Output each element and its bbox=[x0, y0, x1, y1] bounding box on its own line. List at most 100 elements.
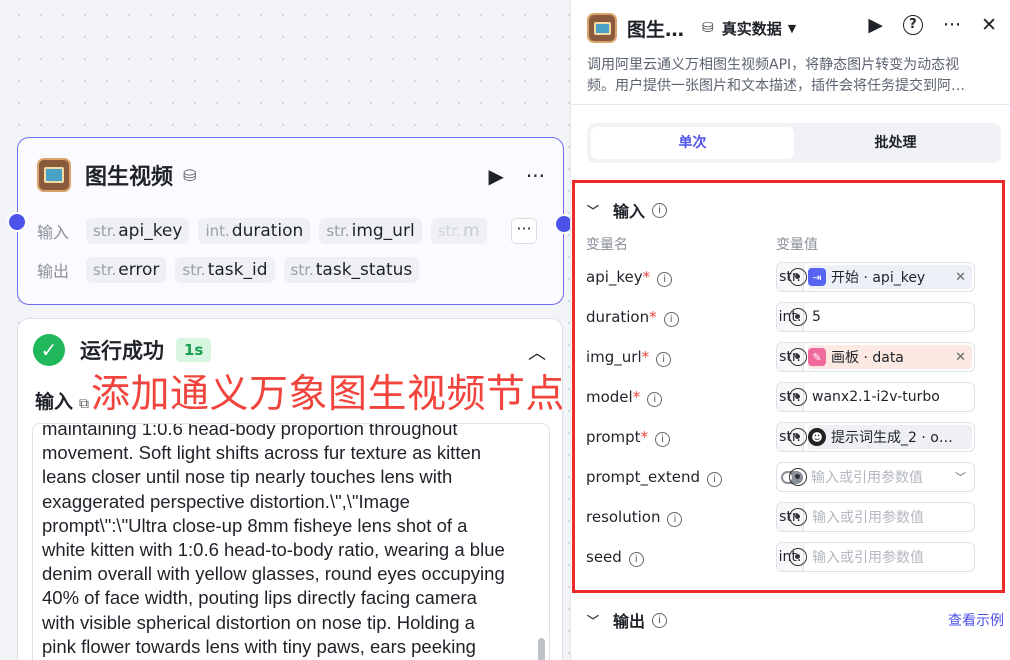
close-icon[interactable]: ✕ bbox=[981, 14, 997, 36]
node-input-port[interactable] bbox=[7, 212, 27, 232]
output-chip: str. task_status bbox=[283, 257, 420, 283]
data-mode-select[interactable]: 真实数据 bbox=[722, 18, 782, 39]
panel-description: 调用阿里云通义万相图生视频API，将静态图片转变为动态视 频。用户提供一张图片和… bbox=[587, 57, 965, 94]
llm-node-icon: ☻ bbox=[808, 428, 826, 446]
param-name: api_key* i bbox=[586, 268, 673, 287]
info-icon: i bbox=[657, 272, 673, 287]
plugin-type-icon: ⛁ bbox=[702, 20, 714, 36]
more-options-icon[interactable]: ··· bbox=[943, 14, 961, 36]
run-result-panel: ✓ 运行成功 1s ︿ 输入 ⧉ maintaining 1:0.6 head-b… bbox=[17, 318, 563, 660]
param-row-resolution: resolution i str. 输入或引用参数值 bbox=[586, 502, 1006, 532]
run-node-icon[interactable]: ▶ bbox=[489, 164, 504, 188]
input-chip: str. api_key bbox=[86, 218, 190, 244]
info-icon: i bbox=[655, 432, 671, 447]
input-chip: str. m bbox=[430, 218, 487, 244]
outputs-label: 输出 bbox=[37, 262, 70, 281]
run-mode-tabs: 单次 批处理 bbox=[587, 123, 1001, 163]
input-chip: int. duration bbox=[198, 218, 311, 244]
run-input-heading: 输入 ⧉ bbox=[35, 391, 90, 413]
param-placeholder: 输入或引用参数值 bbox=[812, 550, 924, 566]
scrollbar[interactable] bbox=[538, 638, 545, 660]
info-icon: i bbox=[652, 202, 668, 218]
caret-down-icon[interactable]: ▼ bbox=[788, 22, 796, 35]
plugin-app-icon bbox=[587, 13, 617, 43]
reference-target-icon[interactable] bbox=[789, 308, 807, 326]
info-icon: i bbox=[647, 392, 663, 407]
info-icon: i bbox=[628, 552, 644, 567]
info-icon: i bbox=[663, 312, 679, 327]
reference-target-icon[interactable] bbox=[789, 348, 807, 366]
workflow-node-image-to-video[interactable]: 图生视频 ⛁ ▶ ··· 输入 str. api_key int. duration… bbox=[7, 137, 574, 305]
param-row-img-url: img_url* i str. ✎ 画板 · data ✕ bbox=[586, 342, 1006, 372]
run-status-header: ✓ 运行成功 1s bbox=[33, 334, 212, 366]
param-row-seed: seed i int. 输入或引用参数值 bbox=[586, 542, 1006, 572]
variable-reference-tag: ✎ 画板 · data ✕ bbox=[808, 345, 972, 369]
info-icon: i bbox=[656, 352, 672, 367]
view-example-link[interactable]: 查看示例 bbox=[948, 610, 1004, 630]
chevron-up-icon[interactable]: ︿ bbox=[528, 339, 546, 365]
tab-batch[interactable]: 批处理 bbox=[794, 127, 997, 159]
more-inputs-button[interactable]: ··· bbox=[511, 218, 537, 244]
run-duration-badge: 1s bbox=[176, 338, 212, 362]
plugin-type-icon: ⛁ bbox=[183, 165, 197, 185]
param-name: seed i bbox=[586, 548, 644, 567]
reference-target-icon[interactable] bbox=[789, 268, 807, 286]
help-icon[interactable]: ? bbox=[902, 15, 923, 35]
node-outputs-row: 输出 str. error str. task_id str. task_status bbox=[37, 257, 420, 283]
node-inputs-row: 输入 str. api_key int. duration str. img_url … bbox=[37, 218, 487, 244]
panel-title: 图生… bbox=[627, 18, 685, 41]
param-value: wanx2.1-i2v-turbo bbox=[812, 389, 940, 405]
annotation-caption: 添加通义万象图生视频节点 bbox=[91, 372, 563, 417]
chevron-down-icon[interactable]: ﹀ bbox=[955, 469, 966, 485]
param-row-duration: duration* i int. 5 bbox=[586, 302, 1006, 332]
param-name: img_url* i bbox=[586, 348, 672, 367]
param-name: duration* i bbox=[586, 308, 679, 327]
node-config-panel: 图生… ⛁ 真实数据 ▼ ▶ ? ··· ✕ 调用阿里云通义万相图生视频API，… bbox=[570, 0, 1010, 660]
node-actions: ▶ ··· bbox=[489, 164, 545, 188]
chevron-down-icon[interactable]: ﹀ bbox=[587, 612, 599, 629]
run-input-content[interactable]: maintaining 1:0.6 head-body proportion t… bbox=[32, 423, 550, 660]
node-header: 图生视频 ⛁ bbox=[37, 158, 196, 192]
plugin-app-icon bbox=[37, 158, 71, 192]
param-name: resolution i bbox=[586, 508, 683, 527]
info-icon: i bbox=[667, 512, 683, 527]
param-row-api-key: api_key* i str. ⇥ 开始 · api_key ✕ bbox=[586, 262, 1006, 292]
panel-actions: ▶ ? ··· ✕ bbox=[868, 14, 997, 36]
copy-icon[interactable]: ⧉ bbox=[79, 396, 89, 412]
reference-target-icon[interactable] bbox=[789, 508, 807, 526]
param-row-prompt: prompt* i str. ☻ 提示词生成_2 · o… bbox=[586, 422, 1006, 452]
run-icon[interactable]: ▶ bbox=[868, 14, 883, 36]
reference-target-icon[interactable] bbox=[789, 468, 807, 486]
param-value: 5 bbox=[812, 309, 821, 325]
reference-target-icon[interactable] bbox=[789, 388, 807, 406]
param-row-model: model* i str. wanx2.1-i2v-turbo bbox=[586, 382, 1006, 412]
reference-target-icon[interactable] bbox=[789, 428, 807, 446]
column-header-value: 变量值 bbox=[776, 237, 818, 253]
more-options-icon[interactable]: ··· bbox=[526, 164, 545, 188]
output-chip: str. task_id bbox=[175, 257, 275, 283]
clear-icon[interactable]: ✕ bbox=[955, 270, 966, 285]
reference-target-icon[interactable] bbox=[789, 548, 807, 566]
inputs-label: 输入 bbox=[37, 223, 70, 242]
clear-icon[interactable]: ✕ bbox=[955, 350, 966, 365]
param-placeholder: 输入或引用参数值 bbox=[812, 510, 924, 526]
info-icon: i bbox=[652, 612, 668, 628]
input-section-header[interactable]: ﹀ 输入 i bbox=[587, 198, 668, 222]
param-placeholder: 输入或引用参数值 bbox=[811, 470, 923, 486]
output-section-header[interactable]: ﹀ 输出 i bbox=[587, 608, 668, 632]
param-row-prompt-extend: prompt_extend i 输入或引用参数值 ﹀ bbox=[586, 462, 1006, 492]
info-icon: i bbox=[707, 472, 723, 487]
variable-reference-tag: ☻ 提示词生成_2 · o… bbox=[808, 425, 972, 449]
column-header-name: 变量名 bbox=[586, 237, 628, 253]
chevron-down-icon[interactable]: ﹀ bbox=[587, 202, 599, 219]
param-name: prompt* i bbox=[586, 428, 671, 447]
start-node-icon: ⇥ bbox=[808, 268, 826, 286]
param-name: model* i bbox=[586, 388, 663, 407]
node-title: 图生视频 bbox=[85, 165, 174, 190]
canvas-node-icon: ✎ bbox=[808, 348, 826, 366]
output-chip: str. error bbox=[86, 257, 167, 283]
param-name: prompt_extend i bbox=[586, 468, 723, 487]
divider bbox=[571, 104, 1010, 105]
tab-single[interactable]: 单次 bbox=[591, 127, 794, 159]
input-chip: str. img_url bbox=[319, 218, 422, 244]
